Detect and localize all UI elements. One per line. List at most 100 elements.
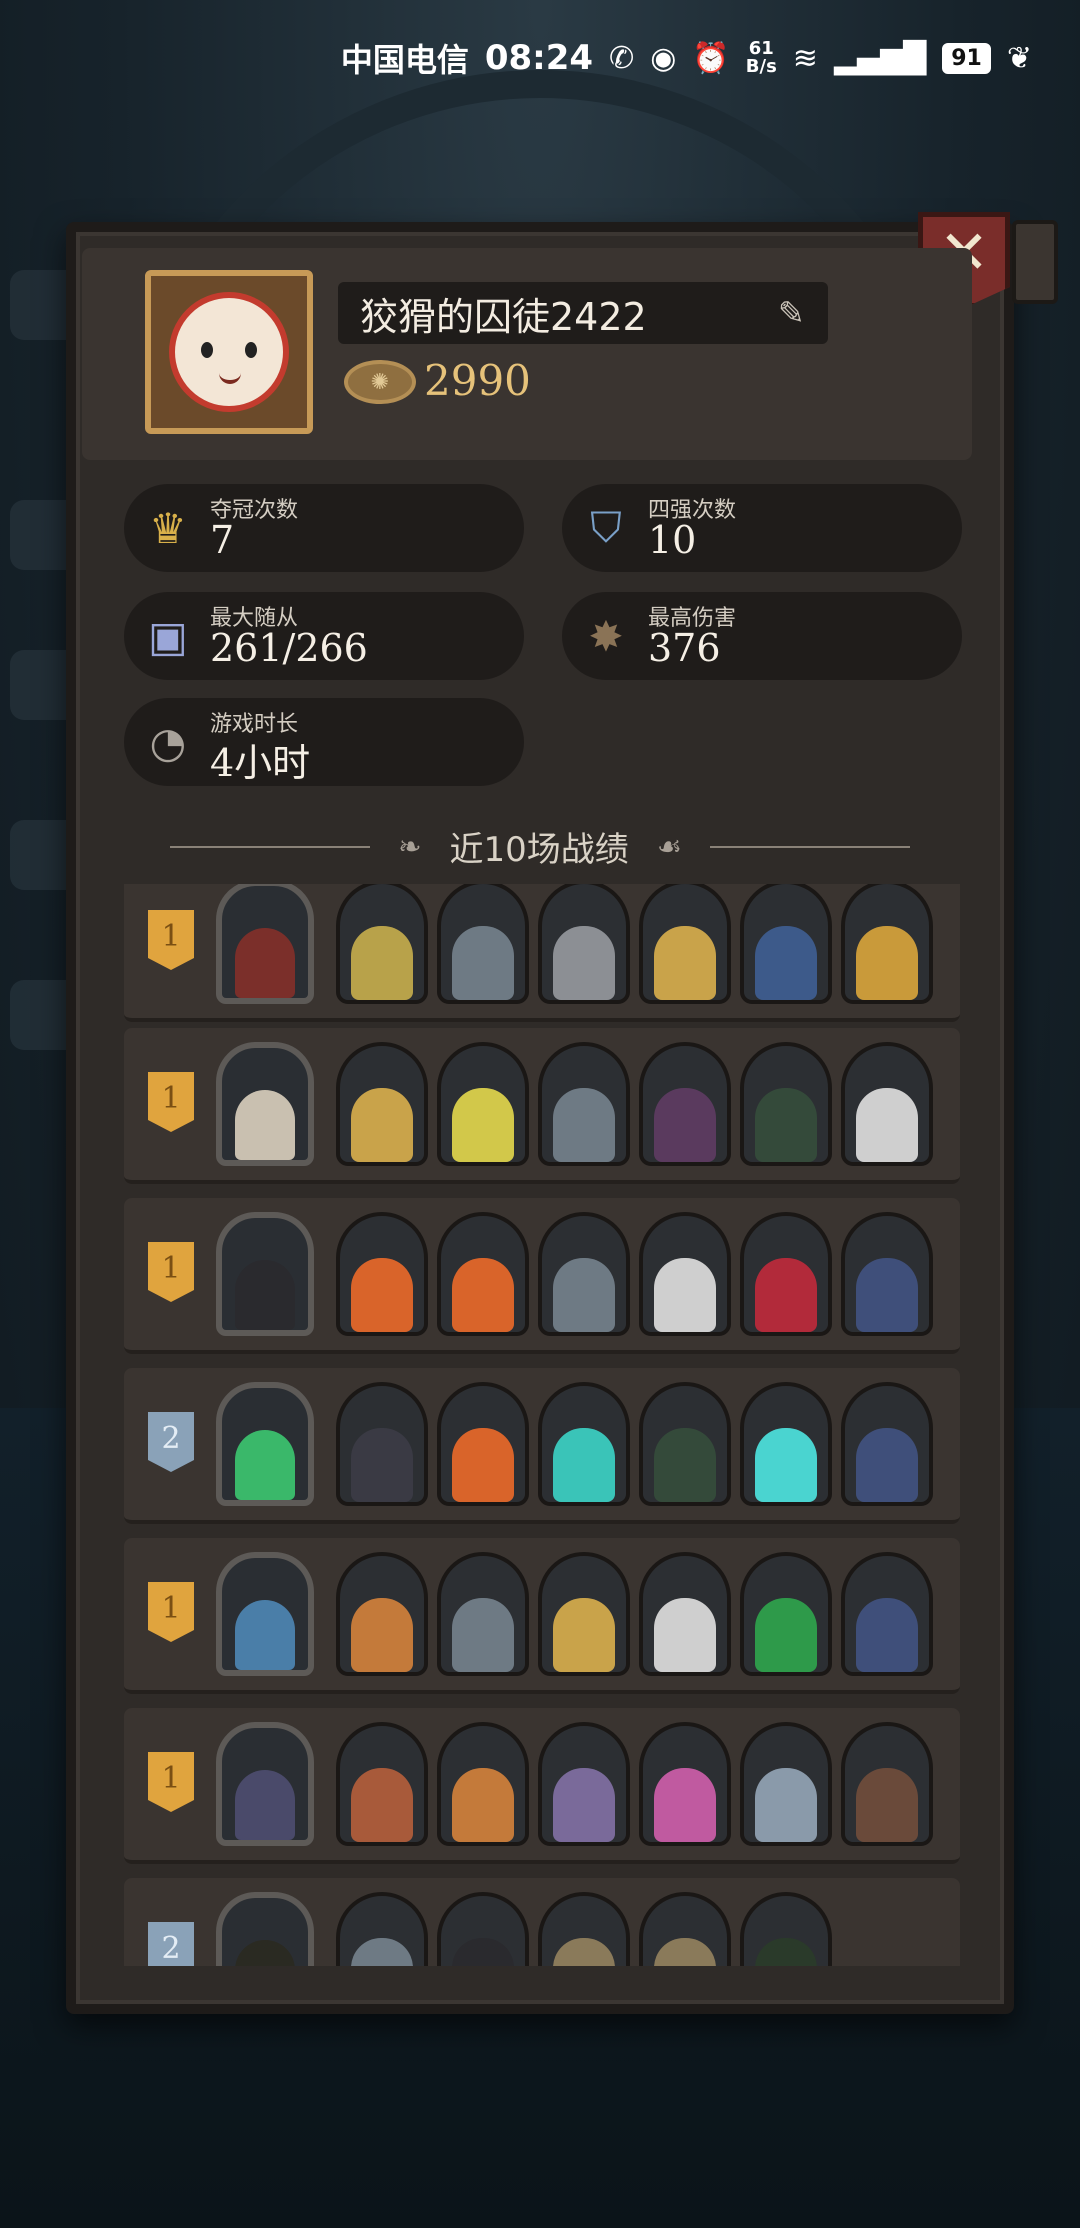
stat-max-followers: ▣ 最大随从 261/266 [124, 592, 524, 680]
unit-card[interactable] [538, 1382, 630, 1506]
unit-card[interactable] [538, 1042, 630, 1166]
unit-card[interactable] [437, 1212, 529, 1336]
unit-card[interactable] [336, 1722, 428, 1846]
pencil-icon[interactable]: ✎ [778, 294, 805, 332]
hero-portrait[interactable] [216, 1042, 314, 1166]
unit-card[interactable] [841, 884, 933, 1004]
hero-figure [235, 928, 295, 998]
unit-card[interactable] [841, 1552, 933, 1676]
match-row[interactable]: 1 [124, 1198, 960, 1354]
unit-card[interactable] [437, 1042, 529, 1166]
unit-card[interactable] [740, 1382, 832, 1506]
unit-card[interactable] [740, 884, 832, 1004]
rank-badge: 1 [148, 1242, 194, 1302]
unit-card[interactable] [336, 1552, 428, 1676]
unit-figure [755, 1938, 817, 1966]
unit-card[interactable] [639, 884, 731, 1004]
unit-figure [553, 926, 615, 1000]
network-speed: 61 B/s [746, 40, 777, 76]
unit-card[interactable] [740, 1042, 832, 1166]
unit-figure [856, 926, 918, 1000]
swirl-left-icon: ❧ [398, 830, 422, 863]
unit-figure [351, 1768, 413, 1842]
unit-card[interactable] [336, 1212, 428, 1336]
network-speed-unit: B/s [745, 56, 777, 77]
hero-figure [235, 1600, 295, 1670]
hero-portrait[interactable] [216, 884, 314, 1004]
rank-badge: 2 [148, 1922, 194, 1966]
unit-figure [654, 1088, 716, 1162]
hero-figure [235, 1090, 295, 1160]
hd-call-icon: ✆ [609, 40, 635, 76]
unit-card[interactable] [538, 1212, 630, 1336]
coin-count: 2990 [424, 356, 531, 405]
unit-card[interactable] [538, 1722, 630, 1846]
unit-figure [553, 1088, 615, 1162]
divider-line [709, 845, 910, 848]
avatar[interactable] [145, 270, 313, 434]
divider-line [170, 845, 371, 848]
unit-figure [856, 1598, 918, 1672]
unit-card[interactable] [639, 1212, 731, 1336]
hero-portrait[interactable] [216, 1212, 314, 1336]
unit-card[interactable] [538, 1892, 630, 1966]
player-name: 狡猾的囚徒2422 [338, 282, 828, 344]
unit-figure [553, 1938, 615, 1966]
unit-card[interactable] [437, 884, 529, 1004]
side-tab-handle[interactable] [1012, 220, 1058, 304]
unit-figure [351, 1598, 413, 1672]
unit-card[interactable] [538, 1552, 630, 1676]
unit-card[interactable] [437, 1382, 529, 1506]
match-row[interactable]: 1 [124, 1708, 960, 1864]
unit-card[interactable] [740, 1552, 832, 1676]
wifi-icon: ≋ [792, 40, 818, 76]
unit-card[interactable] [841, 1212, 933, 1336]
unit-card[interactable] [336, 1382, 428, 1506]
match-row[interactable]: 1 [124, 884, 960, 1022]
unit-figure [553, 1768, 615, 1842]
match-row[interactable]: 2 [124, 1368, 960, 1524]
clock: 08:24 [484, 38, 594, 78]
stat-top-four: ⛉ 四强次数 10 [562, 484, 962, 572]
hero-figure [235, 1260, 295, 1330]
unit-card[interactable] [841, 1042, 933, 1166]
unit-card[interactable] [437, 1892, 529, 1966]
alarm-icon: ⏰ [692, 40, 730, 76]
unit-card[interactable] [336, 1892, 428, 1966]
unit-card[interactable] [336, 1042, 428, 1166]
unit-figure [452, 1768, 514, 1842]
eye-icon: ◉ [650, 40, 677, 76]
hero-portrait[interactable] [216, 1892, 314, 1966]
hero-portrait[interactable] [216, 1552, 314, 1676]
unit-card[interactable] [740, 1212, 832, 1336]
unit-figure [654, 1598, 716, 1672]
unit-card[interactable] [639, 1892, 731, 1966]
clock-icon: ◔ [149, 717, 187, 767]
match-history-list[interactable]: 1 1 1 2 1 1 2 [124, 884, 960, 1966]
match-row[interactable]: 1 [124, 1028, 960, 1184]
hero-figure [235, 1940, 295, 1966]
unit-card[interactable] [437, 1722, 529, 1846]
unit-card[interactable] [639, 1382, 731, 1506]
stat-play-time: ◔ 游戏时长 4小时 [124, 698, 524, 786]
unit-card[interactable] [740, 1892, 832, 1966]
unit-figure [856, 1088, 918, 1162]
unit-card[interactable] [336, 884, 428, 1004]
unit-figure [452, 1258, 514, 1332]
unit-card[interactable] [639, 1042, 731, 1166]
unit-card[interactable] [437, 1552, 529, 1676]
status-bar: 中国电信 08:24 ✆ ◉ ⏰ 61 B/s ≋ ▂▄▆█ 91 ❦ [0, 28, 1080, 88]
unit-card[interactable] [841, 1722, 933, 1846]
unit-card[interactable] [841, 1382, 933, 1506]
unit-card[interactable] [538, 884, 630, 1004]
match-row[interactable]: 1 [124, 1538, 960, 1694]
unit-figure [452, 1428, 514, 1502]
unit-card[interactable] [740, 1722, 832, 1846]
unit-card[interactable] [639, 1722, 731, 1846]
recent-matches-header: ❧ 近10场战绩 ☙ [66, 822, 1014, 871]
match-row[interactable]: 2 [124, 1878, 960, 1966]
stat-value: 7 [210, 518, 235, 562]
hero-portrait[interactable] [216, 1382, 314, 1506]
unit-card[interactable] [639, 1552, 731, 1676]
hero-portrait[interactable] [216, 1722, 314, 1846]
